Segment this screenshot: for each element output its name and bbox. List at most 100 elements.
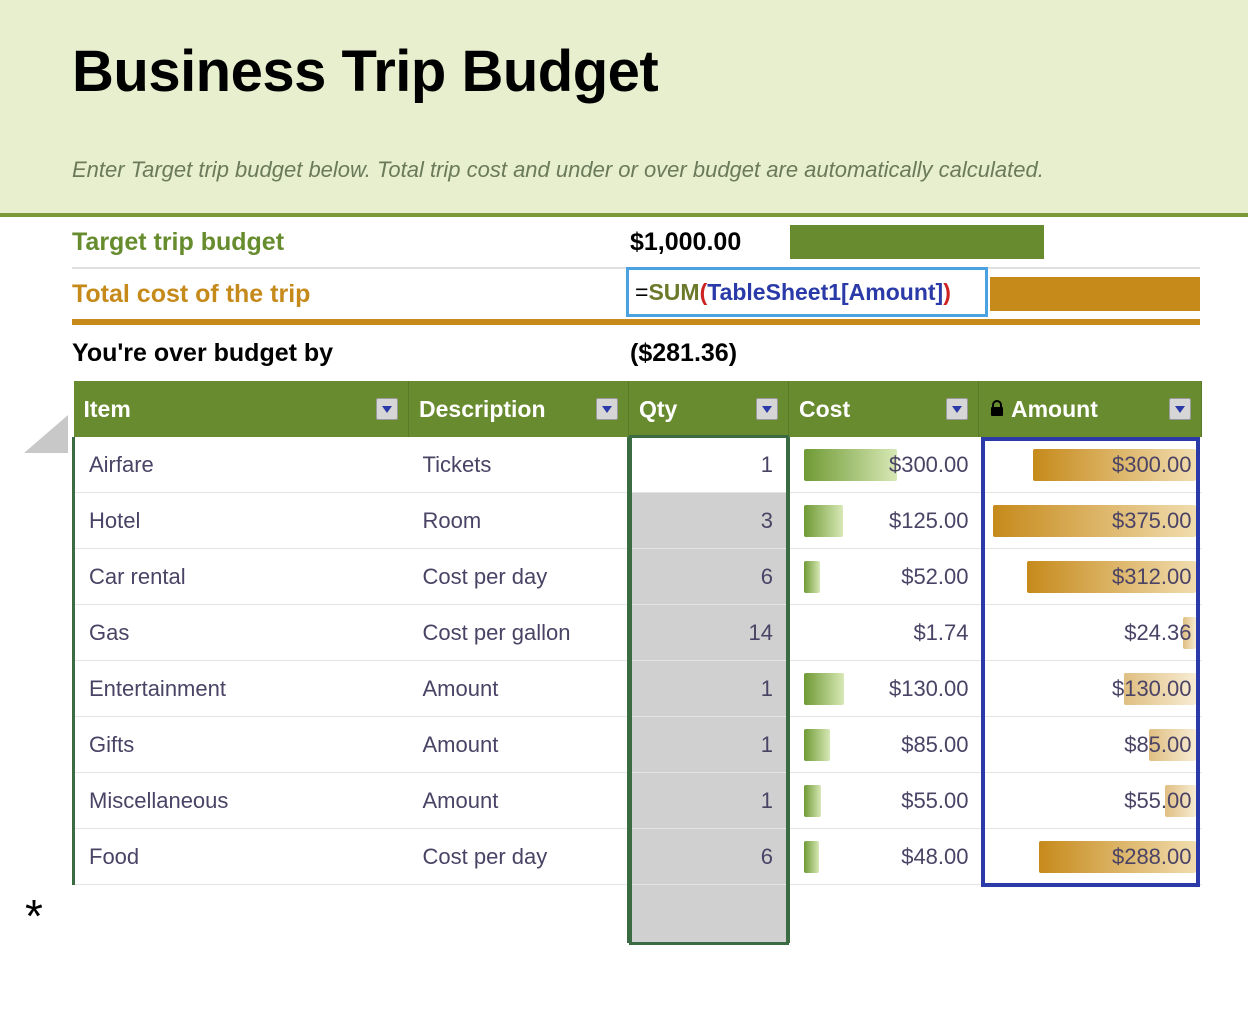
cell-description[interactable]: Tickets	[409, 437, 629, 493]
cell-qty[interactable]: 1	[629, 437, 789, 493]
cell-cost[interactable]: $1.74	[789, 605, 979, 661]
table-row[interactable]: GiftsAmount1 $85.00 $85.00	[74, 717, 1202, 773]
cell-qty[interactable]: 6	[629, 829, 789, 885]
amount-value: $288.00	[1112, 844, 1192, 870]
total-cost-value-cell[interactable]: =SUM(TableSheet1[Amount])	[630, 269, 790, 319]
cell-item[interactable]: Entertainment	[74, 661, 409, 717]
table-row[interactable]: EntertainmentAmount1 $130.00 $130.00	[74, 661, 1202, 717]
cell-empty[interactable]	[74, 885, 409, 944]
amount-value: $312.00	[1112, 564, 1192, 590]
col-header-description-label: Description	[419, 396, 546, 423]
cell-description[interactable]: Cost per day	[409, 549, 629, 605]
cell-amount[interactable]: $24.36	[979, 605, 1202, 661]
spreadsheet-template: Business Trip Budget Enter Target trip b…	[0, 0, 1248, 943]
col-header-item-label: Item	[84, 396, 131, 423]
cell-description[interactable]: Amount	[409, 661, 629, 717]
cell-empty[interactable]	[789, 885, 979, 944]
cost-value: $55.00	[901, 788, 968, 814]
cell-description[interactable]: Cost per gallon	[409, 605, 629, 661]
col-header-cost-label: Cost	[799, 396, 850, 423]
expense-table[interactable]: Item Description Qty Cost Amount Airfare…	[72, 381, 1202, 943]
cell-qty[interactable]: 14	[629, 605, 789, 661]
cell-cost[interactable]: $52.00	[789, 549, 979, 605]
cell-qty[interactable]: 3	[629, 493, 789, 549]
cost-value: $300.00	[889, 452, 969, 478]
cell-empty[interactable]	[979, 885, 1202, 944]
new-row-marker[interactable]: *	[4, 893, 64, 939]
cell-cost[interactable]: $130.00	[789, 661, 979, 717]
col-header-qty-label: Qty	[639, 396, 677, 423]
cost-value: $130.00	[889, 676, 969, 702]
cost-value: $48.00	[901, 844, 968, 870]
total-cost-row: Total cost of the trip =SUM(TableSheet1[…	[72, 269, 1200, 325]
amount-value: $85.00	[1124, 732, 1191, 758]
formula-close-paren: )	[943, 279, 951, 306]
cell-amount[interactable]: $300.00	[979, 437, 1202, 493]
cell-qty-empty[interactable]	[629, 885, 789, 944]
target-budget-bar-cell	[790, 217, 1200, 267]
filter-button-qty[interactable]	[756, 398, 778, 420]
cell-qty[interactable]: 1	[629, 661, 789, 717]
table-row[interactable]: FoodCost per day6 $48.00 $288.00	[74, 829, 1202, 885]
cell-description[interactable]: Cost per day	[409, 829, 629, 885]
over-budget-value: ($281.36)	[630, 325, 790, 381]
formula-reference: TableSheet1[Amount]	[707, 279, 943, 306]
cost-databar	[804, 505, 843, 537]
filter-button-item[interactable]	[376, 398, 398, 420]
cell-item[interactable]: Miscellaneous	[74, 773, 409, 829]
filter-button-cost[interactable]	[946, 398, 968, 420]
cell-amount[interactable]: $85.00	[979, 717, 1202, 773]
cell-description[interactable]: Room	[409, 493, 629, 549]
cell-cost[interactable]: $300.00	[789, 437, 979, 493]
col-header-amount[interactable]: Amount	[979, 381, 1202, 437]
over-budget-row: You're over budget by ($281.36)	[72, 325, 1200, 381]
row-select-icon	[24, 415, 68, 453]
cell-qty[interactable]: 1	[629, 773, 789, 829]
cell-item[interactable]: Hotel	[74, 493, 409, 549]
cost-value: $85.00	[901, 732, 968, 758]
col-header-qty[interactable]: Qty	[629, 381, 789, 437]
page-title: Business Trip Budget	[72, 38, 1248, 105]
cell-item[interactable]: Food	[74, 829, 409, 885]
col-header-item[interactable]: Item	[74, 381, 409, 437]
filter-button-amount[interactable]	[1169, 398, 1191, 420]
formula-function: SUM	[648, 279, 699, 306]
table-row-empty[interactable]	[74, 885, 1202, 944]
lock-icon	[989, 400, 1005, 418]
filter-button-description[interactable]	[596, 398, 618, 420]
target-budget-value[interactable]: $1,000.00	[630, 217, 790, 267]
cost-value: $125.00	[889, 508, 969, 534]
cell-item[interactable]: Gas	[74, 605, 409, 661]
formula-editor[interactable]: =SUM(TableSheet1[Amount])	[626, 267, 988, 317]
cell-amount[interactable]: $312.00	[979, 549, 1202, 605]
cell-cost[interactable]: $48.00	[789, 829, 979, 885]
table-row[interactable]: MiscellaneousAmount1 $55.00 $55.00	[74, 773, 1202, 829]
cell-amount[interactable]: $130.00	[979, 661, 1202, 717]
cost-databar	[804, 729, 830, 761]
col-header-description[interactable]: Description	[409, 381, 629, 437]
cell-description[interactable]: Amount	[409, 773, 629, 829]
amount-value: $300.00	[1112, 452, 1192, 478]
col-header-cost[interactable]: Cost	[789, 381, 979, 437]
cell-amount[interactable]: $375.00	[979, 493, 1202, 549]
cell-item[interactable]: Gifts	[74, 717, 409, 773]
cell-empty[interactable]	[409, 885, 629, 944]
cell-qty[interactable]: 6	[629, 549, 789, 605]
cell-cost[interactable]: $85.00	[789, 717, 979, 773]
table-row[interactable]: AirfareTickets1 $300.00 $300.00	[74, 437, 1202, 493]
cell-qty[interactable]: 1	[629, 717, 789, 773]
table-row[interactable]: GasCost per gallon14$1.74$24.36	[74, 605, 1202, 661]
cell-item[interactable]: Airfare	[74, 437, 409, 493]
table-row[interactable]: Car rentalCost per day6$52.00 $312.00	[74, 549, 1202, 605]
cell-amount[interactable]: $288.00	[979, 829, 1202, 885]
table-body: AirfareTickets1$300.00$300.00HotelRoom3$…	[74, 437, 1202, 943]
cell-cost[interactable]: $55.00	[789, 773, 979, 829]
amount-value: $130.00	[1112, 676, 1192, 702]
cell-cost[interactable]: $125.00	[789, 493, 979, 549]
formula-open-paren: (	[700, 279, 708, 306]
cell-description[interactable]: Amount	[409, 717, 629, 773]
cell-amount[interactable]: $55.00	[979, 773, 1202, 829]
cell-item[interactable]: Car rental	[74, 549, 409, 605]
total-cost-databar	[990, 277, 1200, 311]
table-row[interactable]: HotelRoom3 $125.00 $375.00	[74, 493, 1202, 549]
